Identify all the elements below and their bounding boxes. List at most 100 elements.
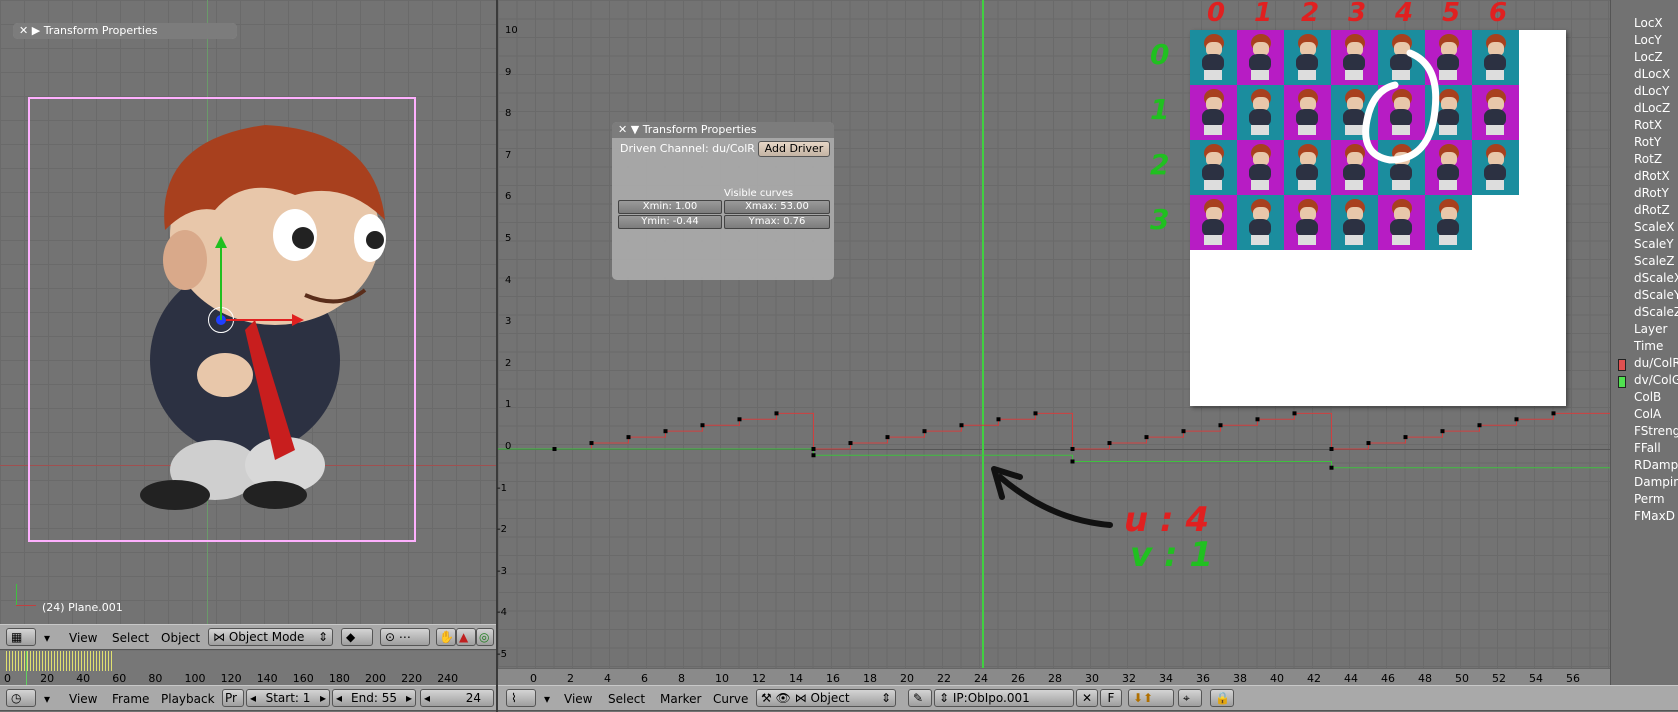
channel-item[interactable]: RotZ <box>1634 152 1662 166</box>
channel-item[interactable]: ColB <box>1634 390 1661 404</box>
channel-item[interactable]: Time <box>1634 339 1663 353</box>
curve-keyframe-point[interactable] <box>1477 423 1482 428</box>
channel-item[interactable]: Damping <box>1634 475 1678 489</box>
menu-view[interactable]: View <box>69 629 97 647</box>
channel-item[interactable]: dRotY <box>1634 186 1669 200</box>
curve-keyframe-point[interactable] <box>774 411 779 416</box>
channel-item[interactable]: dScaleY <box>1634 288 1678 302</box>
ipo-editor-type-icon[interactable]: ⌇ <box>506 689 536 707</box>
curve-keyframe-point[interactable] <box>589 441 594 446</box>
curve-keyframe-point[interactable] <box>1514 417 1519 422</box>
channel-item[interactable]: dLocX <box>1634 67 1670 81</box>
channel-item[interactable]: FFall <box>1634 441 1661 455</box>
curve-keyframe-point[interactable] <box>959 423 964 428</box>
channel-item[interactable]: dScaleZ <box>1634 305 1678 319</box>
ymax-field[interactable]: Ymax: 0.76 <box>724 215 830 229</box>
curve-keyframe-point[interactable] <box>1255 417 1260 422</box>
paste-down-icon[interactable]: ⬇⬆ <box>1128 689 1174 707</box>
curve-keyframe-point[interactable] <box>811 453 816 458</box>
channel-item[interactable]: dRotX <box>1634 169 1670 183</box>
channel-item[interactable]: FStreng <box>1634 424 1678 438</box>
channel-item[interactable]: ScaleZ <box>1634 254 1675 268</box>
curve-keyframe-point[interactable] <box>1070 459 1075 464</box>
curve-keyframe-point[interactable] <box>1144 435 1149 440</box>
channel-item[interactable]: dv/ColG <box>1634 373 1678 387</box>
view-all-icon[interactable]: ⌖ <box>1178 689 1202 707</box>
menu-select[interactable]: Select <box>608 690 645 708</box>
curve-keyframe-point[interactable] <box>996 417 1001 422</box>
editor-type-grid-icon[interactable]: ▦ <box>6 628 36 646</box>
arrow-left-icon[interactable]: ◂ <box>424 690 430 706</box>
manipulator-y-arrow-icon[interactable] <box>215 236 227 248</box>
channel-item[interactable]: LocZ <box>1634 50 1663 64</box>
menu-frame[interactable]: Frame <box>112 690 149 708</box>
ipo-name-field[interactable]: ⇕ IP:ObIpo.001 <box>934 689 1074 707</box>
curve-keyframe-point[interactable] <box>1366 441 1371 446</box>
curve-keyframe-point[interactable] <box>552 447 557 451</box>
menu-collapse-icon[interactable]: ▾ <box>44 629 50 647</box>
menu-select[interactable]: Select <box>112 629 149 647</box>
shading-select[interactable]: ◆ <box>341 628 373 646</box>
mode-select[interactable]: ⋈ Object Mode ⇕ <box>208 628 333 646</box>
channel-color-swatch[interactable] <box>1618 376 1626 388</box>
channel-item[interactable]: Perm <box>1634 492 1665 506</box>
curve-keyframe-point[interactable] <box>1070 447 1075 451</box>
expand-arrow-icon[interactable]: ▶ <box>32 24 40 37</box>
close-icon[interactable]: ✕ <box>19 24 28 37</box>
channel-item[interactable]: FMaxD <box>1634 509 1675 523</box>
xmax-field[interactable]: Xmax: 53.00 <box>724 200 830 214</box>
curve-keyframe-point[interactable] <box>663 429 668 434</box>
manipulator-x-arrow-icon[interactable] <box>292 314 304 326</box>
channel-item[interactable]: dLocZ <box>1634 101 1670 115</box>
menu-marker[interactable]: Marker <box>660 690 701 708</box>
close-icon[interactable]: ✕ <box>618 123 627 136</box>
channel-item[interactable]: RotX <box>1634 118 1662 132</box>
hand-tool-button[interactable]: ✋ <box>436 628 456 646</box>
curve-keyframe-point[interactable] <box>1218 423 1223 428</box>
transform-panel-collapsed[interactable]: ✕ ▶ Transform Properties <box>13 23 237 39</box>
curve-keyframe-point[interactable] <box>848 441 853 446</box>
pr-button[interactable]: Pr <box>222 689 244 707</box>
curve-keyframe-point[interactable] <box>922 429 927 434</box>
manipulator-rotate-button[interactable]: ◎ <box>476 628 494 646</box>
arrow-left-icon[interactable]: ◂ <box>250 690 256 706</box>
pivot-select[interactable]: ⊙ ⋯ <box>380 628 430 646</box>
menu-view[interactable]: View <box>69 690 97 708</box>
curve-keyframe-point[interactable] <box>1440 429 1445 434</box>
timeline-editor-type-clock-icon[interactable]: ◷ <box>6 689 36 707</box>
manipulator-y-axis[interactable] <box>220 248 222 320</box>
xmin-field[interactable]: Xmin: 1.00 <box>618 200 722 214</box>
curve-keyframe-point[interactable] <box>1403 435 1408 440</box>
current-frame-field[interactable]: ◂ 24 <box>420 689 494 707</box>
fake-user-button[interactable]: F <box>1100 689 1122 707</box>
menu-collapse-icon[interactable]: ▾ <box>44 690 50 708</box>
curve-keyframe-point[interactable] <box>1551 411 1556 416</box>
channel-item[interactable]: dScaleX <box>1634 271 1678 285</box>
arrow-left-icon[interactable]: ◂ <box>336 690 342 706</box>
menu-curve[interactable]: Curve <box>713 690 748 708</box>
channel-item[interactable]: LocX <box>1634 16 1663 30</box>
channel-item[interactable]: ScaleX <box>1634 220 1675 234</box>
channel-item[interactable]: LocY <box>1634 33 1662 47</box>
lock-icon[interactable]: 🔒 <box>1210 689 1234 707</box>
manipulator-x-axis[interactable] <box>226 319 294 321</box>
curve-keyframe-point[interactable] <box>1292 411 1297 416</box>
channel-item[interactable]: RDamp <box>1634 458 1678 472</box>
channel-item[interactable]: dLocY <box>1634 84 1669 98</box>
curve-keyframe-point[interactable] <box>1329 447 1334 451</box>
collapse-arrow-icon[interactable]: ▼ <box>631 123 639 136</box>
curve-keyframe-point[interactable] <box>1107 441 1112 446</box>
curve-keyframe-point[interactable] <box>885 435 890 440</box>
channel-item[interactable]: RotY <box>1634 135 1661 149</box>
ipo-transform-panel[interactable]: ✕ ▼ Transform Properties Driven Channel:… <box>612 122 834 280</box>
end-frame-field[interactable]: ◂ End: 55 ▸ <box>332 689 416 707</box>
arrow-right-icon[interactable]: ▸ <box>320 690 326 706</box>
ipo-type-object-select[interactable]: ⚒ 👁 ⋈ Object ⇕ <box>756 689 896 707</box>
curve-keyframe-point[interactable] <box>1033 411 1038 416</box>
curve-keyframe-point[interactable] <box>737 417 742 422</box>
manipulator-translate-button[interactable]: ▲ <box>456 628 476 646</box>
curve-keyframe-point[interactable] <box>1181 429 1186 434</box>
channel-color-swatch[interactable] <box>1618 359 1626 371</box>
menu-view[interactable]: View <box>564 690 592 708</box>
add-driver-button[interactable]: Add Driver <box>758 141 830 157</box>
